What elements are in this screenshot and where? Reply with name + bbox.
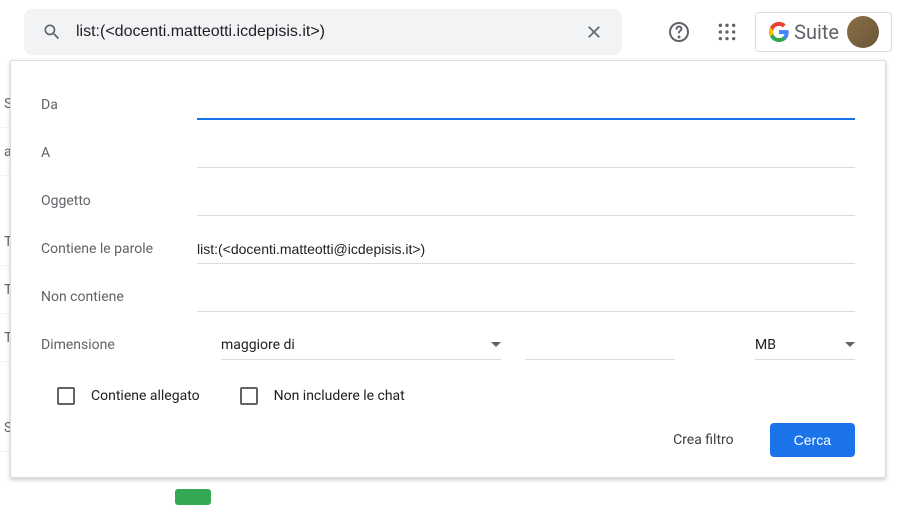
sidebar-item[interactable]: To bbox=[0, 314, 10, 362]
subject-label: Oggetto bbox=[41, 193, 197, 209]
from-input[interactable] bbox=[197, 90, 855, 120]
sidebar-item[interactable]: Si bbox=[0, 80, 10, 128]
sidebar-item[interactable]: To bbox=[0, 218, 10, 266]
button-row: Crea filtro Cerca bbox=[41, 423, 855, 457]
sidebar-item[interactable]: aff bbox=[0, 128, 10, 176]
subject-input[interactable] bbox=[197, 187, 855, 216]
not-contains-label: Non contiene bbox=[41, 289, 197, 305]
dimension-label: Dimensione bbox=[41, 337, 197, 353]
search-icon[interactable] bbox=[40, 20, 64, 44]
has-words-label: Contiene le parole bbox=[41, 241, 197, 257]
checkbox-row: Contiene allegato Non includere le chat bbox=[57, 387, 855, 405]
exclude-chats-checkbox[interactable]: Non includere le chat bbox=[240, 387, 405, 405]
has-words-input[interactable] bbox=[197, 235, 855, 264]
topbar: Suite bbox=[0, 0, 900, 64]
dimension-row: Dimensione maggiore di MB bbox=[41, 321, 855, 369]
green-badge-fragment bbox=[175, 489, 211, 505]
to-row: A bbox=[41, 129, 855, 177]
search-container bbox=[24, 9, 622, 55]
gsuite-badge[interactable]: Suite bbox=[755, 12, 892, 52]
from-row: Da bbox=[41, 81, 855, 129]
sidebar-item[interactable]: To bbox=[0, 266, 10, 314]
checkbox-box-icon bbox=[240, 387, 258, 405]
search-button[interactable]: Cerca bbox=[770, 423, 855, 457]
checkbox-box-icon bbox=[57, 387, 75, 405]
has-attachment-label: Contiene allegato bbox=[91, 388, 200, 404]
create-filter-button[interactable]: Crea filtro bbox=[661, 424, 746, 456]
size-unit-value: MB bbox=[755, 337, 845, 353]
search-input[interactable] bbox=[72, 23, 574, 41]
header-icons: Suite bbox=[659, 12, 892, 52]
search-filter-panel: Da A Oggetto Contiene le parole Non cont… bbox=[10, 60, 886, 478]
sidebar-fragment: Si aff To To To Si bbox=[0, 64, 10, 504]
chevron-down-icon bbox=[491, 342, 501, 347]
google-g-icon bbox=[768, 21, 790, 43]
to-label: A bbox=[41, 145, 197, 161]
has-words-row: Contiene le parole bbox=[41, 225, 855, 273]
has-attachment-checkbox[interactable]: Contiene allegato bbox=[57, 387, 200, 405]
avatar[interactable] bbox=[847, 16, 879, 48]
exclude-chats-label: Non includere le chat bbox=[274, 388, 405, 404]
size-operator-select[interactable]: maggiore di bbox=[221, 331, 501, 360]
subject-row: Oggetto bbox=[41, 177, 855, 225]
size-value-input[interactable] bbox=[525, 331, 675, 360]
help-icon[interactable] bbox=[659, 12, 699, 52]
gsuite-label: Suite bbox=[794, 20, 839, 44]
not-contains-input[interactable] bbox=[197, 283, 855, 312]
apps-grid-icon[interactable] bbox=[707, 12, 747, 52]
chevron-down-icon bbox=[845, 342, 855, 347]
size-unit-select[interactable]: MB bbox=[755, 331, 855, 360]
to-input[interactable] bbox=[197, 139, 855, 168]
not-contains-row: Non contiene bbox=[41, 273, 855, 321]
sidebar-item[interactable]: Si bbox=[0, 404, 10, 452]
clear-search-icon[interactable] bbox=[574, 12, 614, 52]
from-label: Da bbox=[41, 97, 197, 113]
size-operator-value: maggiore di bbox=[221, 337, 491, 353]
